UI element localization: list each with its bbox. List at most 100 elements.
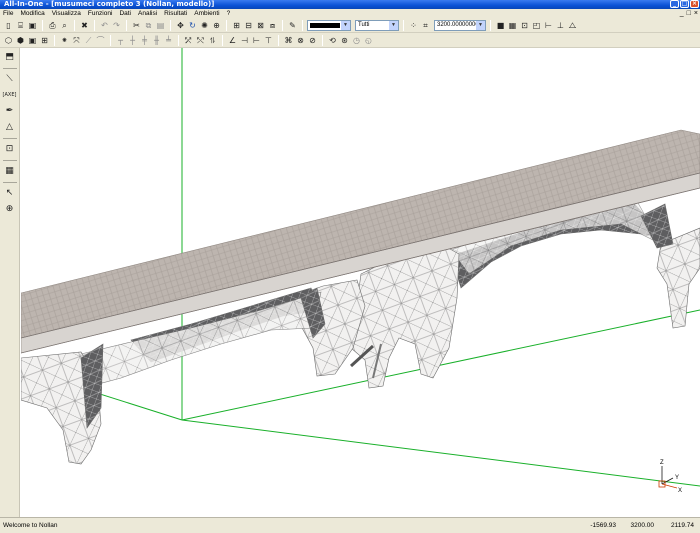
doc-restore-button[interactable]: □ xyxy=(687,9,691,18)
chevron-down-icon[interactable]: ▼ xyxy=(389,20,398,30)
plate-icon[interactable]: ╪ xyxy=(139,35,150,46)
cube-icon[interactable]: ⬒ xyxy=(3,51,17,64)
doc-close-button[interactable]: × xyxy=(694,9,698,18)
cut-icon[interactable]: ✂ xyxy=(131,20,142,31)
rotate-view-icon[interactable]: ⟲ xyxy=(327,35,338,46)
minimize-button[interactable]: _ xyxy=(670,0,679,8)
new-file-icon[interactable]: ▯ xyxy=(3,20,14,31)
toolbar-separator xyxy=(302,19,303,31)
toolbar-separator xyxy=(322,34,323,46)
menu-funzioni[interactable]: Funzioni xyxy=(88,10,113,17)
grid-display-icon[interactable]: ▦ xyxy=(507,20,518,31)
extrude-icon[interactable]: ⤱ xyxy=(183,35,194,46)
node-icon[interactable]: ⁕ xyxy=(59,35,70,46)
toolbar-separator xyxy=(278,34,279,46)
menu-ambienti[interactable]: Ambienti xyxy=(194,10,219,17)
maximize-button[interactable]: □ xyxy=(680,0,689,8)
toolbar-separator xyxy=(226,19,227,31)
release-icon[interactable]: ⊗ xyxy=(295,35,306,46)
cube-icon[interactable]: ▣ xyxy=(27,35,38,46)
mirror-icon[interactable]: ⥮ xyxy=(207,35,218,46)
axis-z-label: Z xyxy=(660,460,664,466)
dimension-icon[interactable]: ⊡ xyxy=(3,143,17,156)
divide-icon[interactable]: ⊣ xyxy=(239,35,250,46)
window-title: All-In-One - [musumeci completo 3 (Nolla… xyxy=(4,0,215,8)
view-xz-icon[interactable]: ⊟ xyxy=(243,20,254,31)
beam-icon[interactable]: ┬ xyxy=(115,35,126,46)
pointer-icon[interactable]: ↖ xyxy=(3,187,17,200)
view-xy-icon[interactable]: ⊞ xyxy=(231,20,242,31)
move-node-icon[interactable]: ⤧ xyxy=(71,35,82,46)
grid-icon[interactable]: ▦ xyxy=(3,165,17,178)
history-icon[interactable]: ◵ xyxy=(363,35,374,46)
box-icon[interactable]: ⬡ xyxy=(3,35,14,46)
chevron-down-icon[interactable]: ▼ xyxy=(476,20,485,30)
tile-icon[interactable]: ⊞ xyxy=(39,35,50,46)
node-display-icon[interactable]: ⊡ xyxy=(519,20,530,31)
axis-label-icon[interactable]: [AXE] xyxy=(3,89,17,102)
left-toolbar: ⬒ ⟍ [AXE] ✒ △ ⊡ ▦ ↖ ⊕ xyxy=(0,48,20,517)
toolbar-separator xyxy=(42,19,43,31)
column-icon[interactable]: ┼ xyxy=(127,35,138,46)
line-color-select[interactable]: ▼ xyxy=(307,19,351,31)
line-icon[interactable]: ⟍ xyxy=(3,73,17,86)
menu-risultati[interactable]: Risultati xyxy=(164,10,187,17)
undo-icon[interactable]: ↶ xyxy=(99,20,110,31)
snap-node-icon[interactable]: ⌗ xyxy=(420,20,431,31)
redo-icon[interactable]: ↷ xyxy=(111,20,122,31)
menu-analisi[interactable]: Analisi xyxy=(138,10,157,17)
menu-file[interactable]: File xyxy=(3,10,13,17)
doc-minimize-button[interactable]: _ xyxy=(680,9,684,18)
measure-icon[interactable]: ⊛ xyxy=(339,35,350,46)
axis-gizmo: Z Y X xyxy=(658,460,682,494)
layer-select[interactable]: Tutti ▼ xyxy=(355,19,399,31)
menu-help[interactable]: ? xyxy=(227,10,231,17)
chevron-down-icon[interactable]: ▼ xyxy=(341,20,350,30)
zoom-icon[interactable]: ⊕ xyxy=(3,203,17,216)
viewport-canvas[interactable]: Z Y X xyxy=(21,48,700,517)
zoom-icon[interactable]: ⊕ xyxy=(211,20,222,31)
menu-visualizza[interactable]: Visualizza xyxy=(52,10,81,17)
clock-icon[interactable]: ◷ xyxy=(351,35,362,46)
merge-icon[interactable]: ⊤ xyxy=(263,35,274,46)
revolve-icon[interactable]: ⤲ xyxy=(195,35,206,46)
print-preview-icon[interactable]: ⌕ xyxy=(59,20,70,31)
split-icon[interactable]: ⊢ xyxy=(251,35,262,46)
curve-tool-icon[interactable]: ⌒ xyxy=(95,35,106,46)
model-viewport[interactable]: Z Y X xyxy=(21,48,700,517)
delete-icon[interactable]: ✖ xyxy=(79,20,90,31)
open-folder-icon[interactable]: ⌸ xyxy=(15,20,26,31)
element-display-icon[interactable]: ◰ xyxy=(531,20,542,31)
mesh-icon[interactable]: ⌘ xyxy=(283,35,294,46)
solid-view-icon[interactable]: ■ xyxy=(495,20,506,31)
support-icon[interactable]: △ xyxy=(3,121,17,134)
toolbar-separator xyxy=(222,34,223,46)
brick-icon[interactable]: ╫ xyxy=(151,35,162,46)
menu-dati[interactable]: Dati xyxy=(119,10,131,17)
close-button[interactable]: × xyxy=(690,0,699,8)
pan-icon[interactable]: ✥ xyxy=(175,20,186,31)
menu-modifica[interactable]: Modifica xyxy=(20,10,44,17)
snap-grid-icon[interactable]: ⁘ xyxy=(408,20,419,31)
axis-y-label: Y xyxy=(675,475,679,481)
copy-icon[interactable]: ⧉ xyxy=(143,20,154,31)
orbit-icon[interactable]: ✺ xyxy=(199,20,210,31)
save-icon[interactable]: ▣ xyxy=(27,20,38,31)
pen-icon[interactable]: ✒ xyxy=(3,105,17,118)
section-display-icon[interactable]: ⊢ xyxy=(543,20,554,31)
line-tool-icon[interactable]: ⟋ xyxy=(83,35,94,46)
status-coord-z: 2119.74 xyxy=(670,522,694,529)
paste-icon[interactable]: ▤ xyxy=(155,20,166,31)
restraint-display-icon[interactable]: ⧍ xyxy=(567,20,578,31)
view-yz-icon[interactable]: ⊠ xyxy=(255,20,266,31)
rotate-icon[interactable]: ↻ xyxy=(187,20,198,31)
pencil-icon[interactable]: ✎ xyxy=(287,20,298,31)
link-icon[interactable]: ⊘ xyxy=(307,35,318,46)
angle-icon[interactable]: ∠ xyxy=(227,35,238,46)
wireframe-icon[interactable]: ⬢ xyxy=(15,35,26,46)
print-icon[interactable]: ⎙ xyxy=(47,20,58,31)
load-display-icon[interactable]: ⊥ xyxy=(555,20,566,31)
distance-select[interactable]: 3200.00000000 ▼ xyxy=(434,19,486,31)
spring-icon[interactable]: ╧ xyxy=(163,35,174,46)
view-3d-icon[interactable]: ⧈ xyxy=(267,20,278,31)
